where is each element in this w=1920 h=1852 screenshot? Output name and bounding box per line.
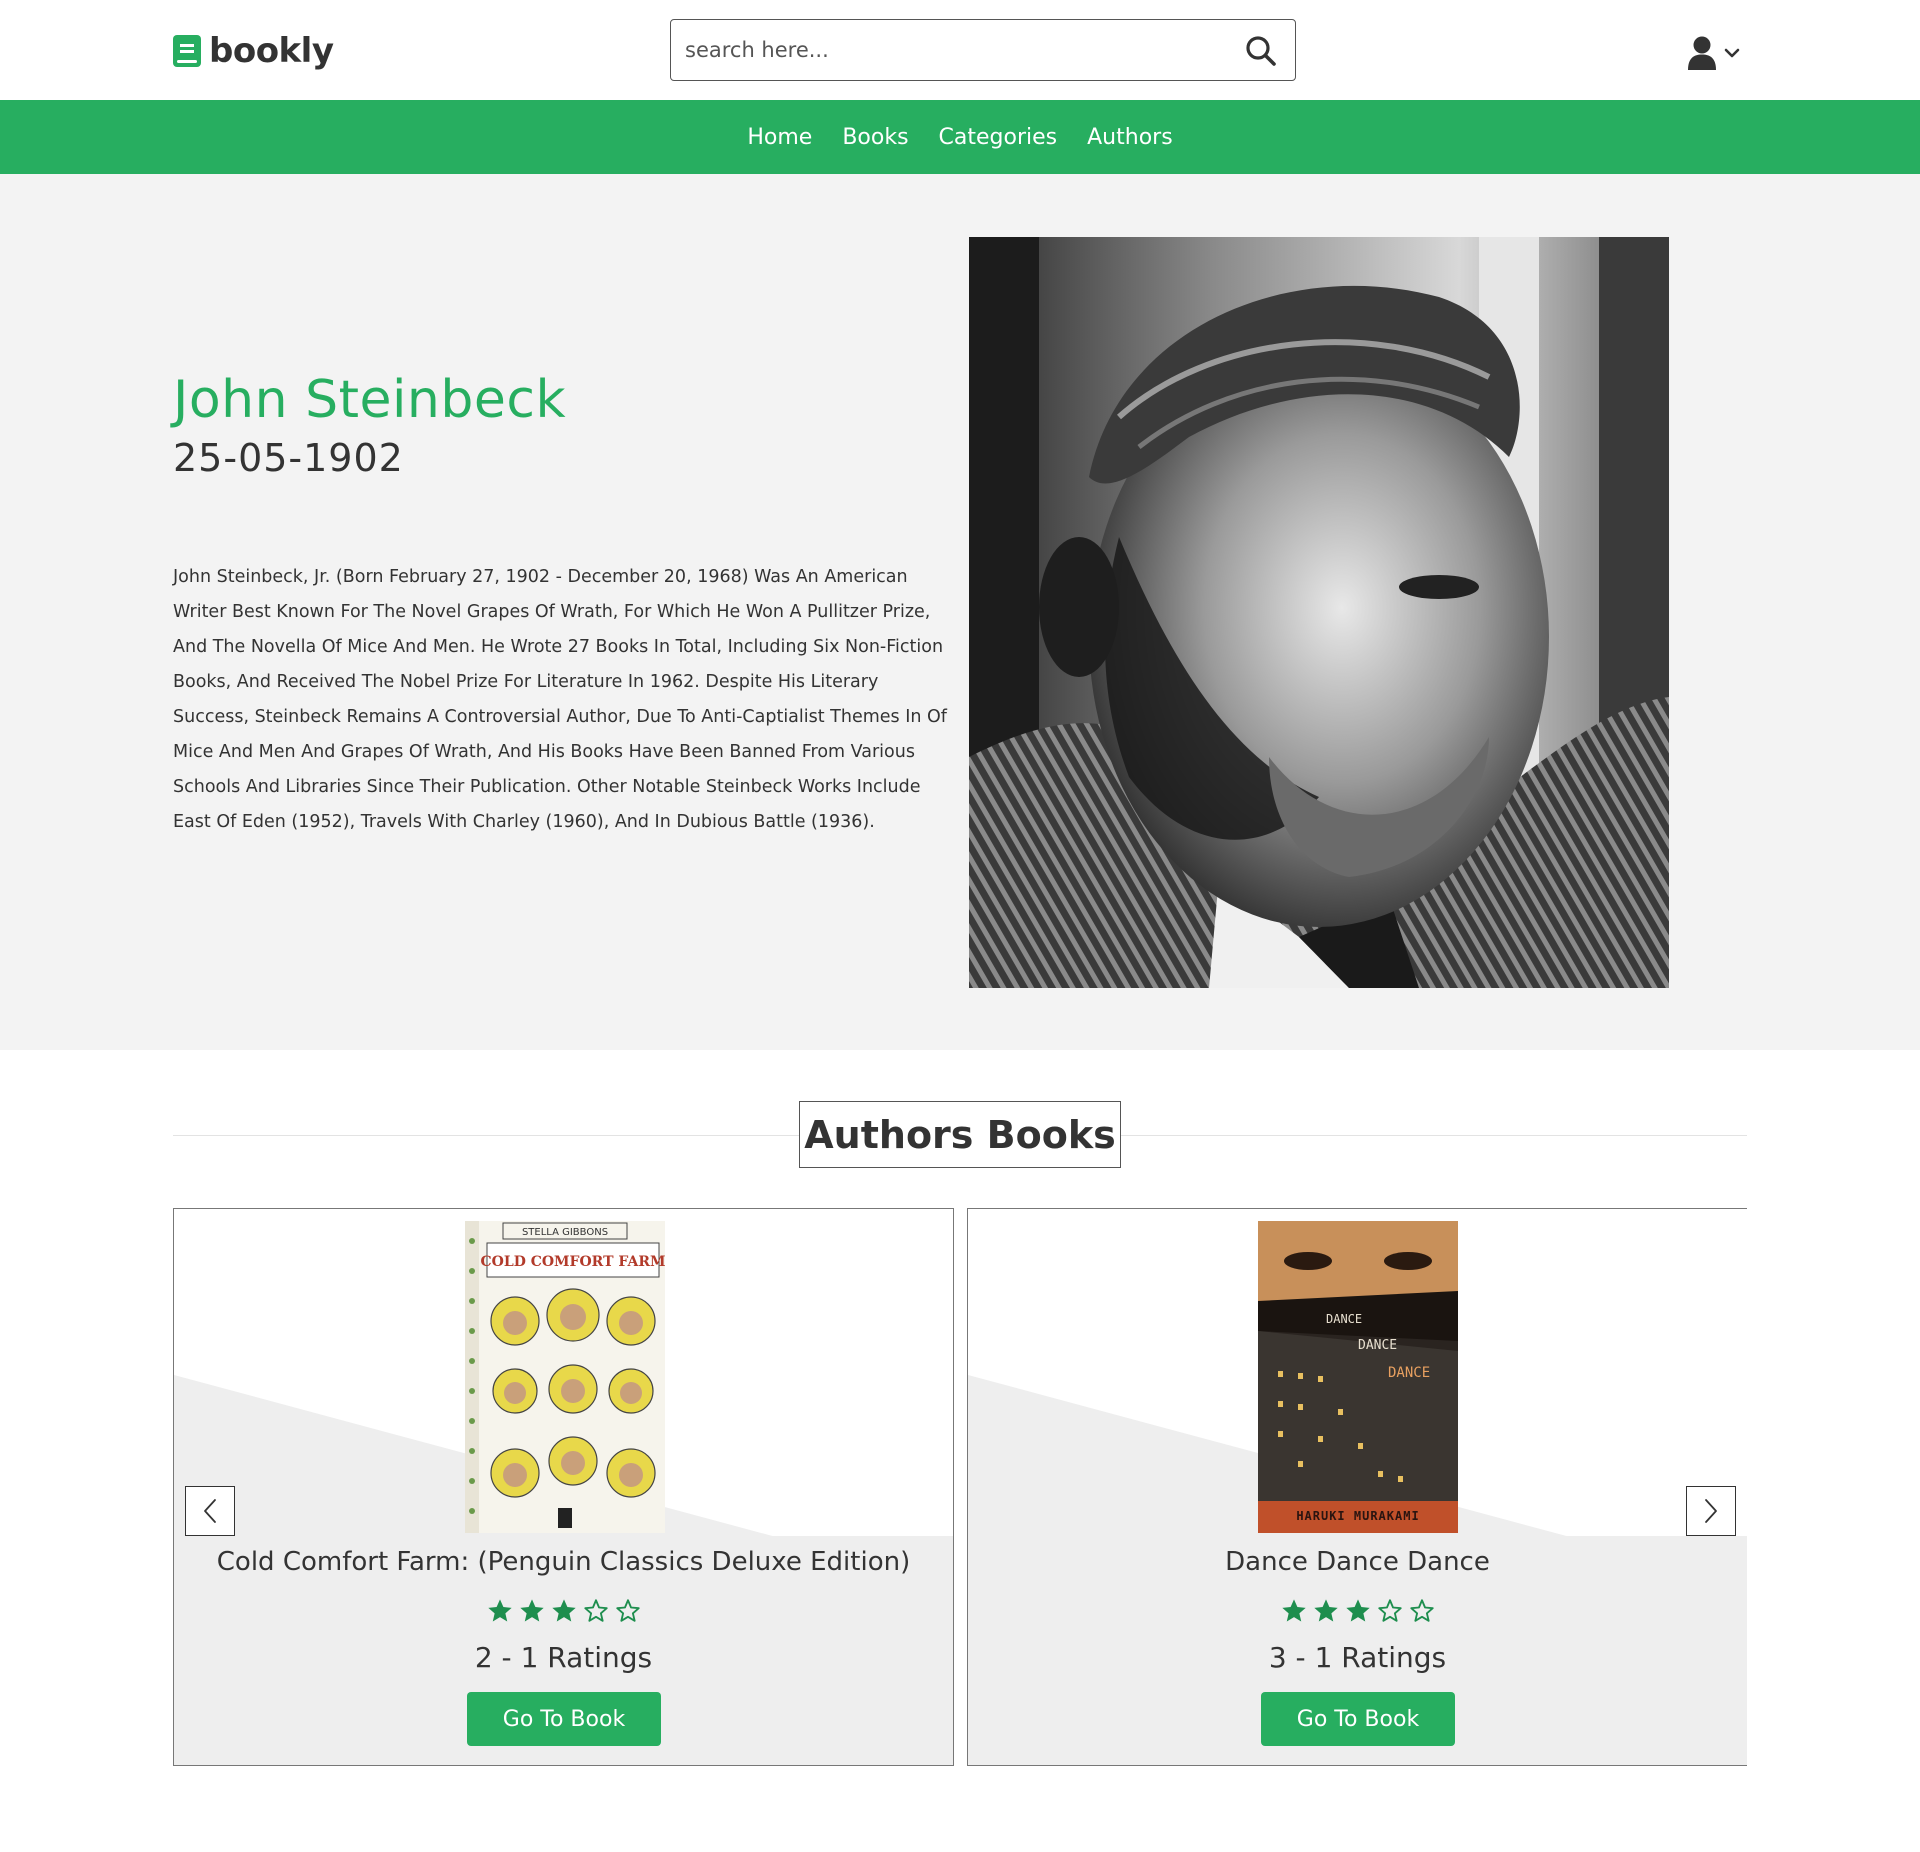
books-slider: STELLA GIBBONS COLD COMFORT FARM Cold Co… (173, 1208, 1747, 1766)
slider-prev-button[interactable] (185, 1486, 235, 1536)
author-birth-date: 25-05-1902 (173, 436, 404, 480)
user-icon (1688, 36, 1716, 70)
book-cover[interactable]: DANCE DANCE DANCE HARUKI MURAKAMI (1258, 1221, 1458, 1533)
star-filled-icon (1313, 1599, 1338, 1622)
chevron-left-icon (204, 1499, 216, 1523)
star-rating (968, 1597, 1747, 1625)
book-card: STELLA GIBBONS COLD COMFORT FARM Cold Co… (173, 1208, 954, 1766)
book-cover[interactable]: STELLA GIBBONS COLD COMFORT FARM (465, 1221, 665, 1533)
book-icon (173, 35, 201, 67)
author-hero: John Steinbeck 25-05-1902 John Steinbeck… (0, 174, 1920, 1050)
cover-word: DANCE (1388, 1365, 1430, 1381)
book-card: DANCE DANCE DANCE HARUKI MURAKAMI Dance … (967, 1208, 1747, 1766)
author-portrait (969, 237, 1669, 988)
search-icon[interactable] (1245, 35, 1277, 67)
go-to-book-button[interactable]: Go To Book (1261, 1692, 1455, 1746)
book-title[interactable]: Dance Dance Dance (968, 1547, 1747, 1577)
user-menu[interactable] (1687, 34, 1743, 72)
chevron-down-icon (1724, 48, 1740, 58)
star-empty-icon (1409, 1599, 1434, 1622)
search-input[interactable] (685, 32, 1225, 68)
star-filled-icon (1281, 1599, 1306, 1622)
nav-books[interactable]: Books (842, 125, 908, 150)
star-filled-icon (519, 1599, 544, 1622)
star-empty-icon (615, 1599, 640, 1622)
nav-home[interactable]: Home (747, 125, 812, 150)
cover-word: DANCE (1326, 1312, 1362, 1326)
author-bio: John Steinbeck, Jr. (Born February 27, 1… (173, 567, 947, 832)
star-rating (174, 1597, 953, 1625)
section-title: Authors Books (799, 1101, 1121, 1168)
cover-author: STELLA GIBBONS (522, 1227, 608, 1238)
cover-title: COLD COMFORT FARM (481, 1254, 665, 1270)
author-portrait-image (969, 237, 1669, 988)
slider-next-button[interactable] (1686, 1486, 1736, 1536)
star-filled-icon (1345, 1599, 1370, 1622)
book-title[interactable]: Cold Comfort Farm: (Penguin Classics Del… (174, 1547, 953, 1577)
cover-author: HARUKI MURAKAMI (1296, 1509, 1419, 1523)
star-filled-icon (551, 1599, 576, 1622)
ratings-count: 3 - 1 Ratings (1268, 1641, 1447, 1674)
cover-word: DANCE (1358, 1338, 1397, 1353)
chevron-right-icon (1705, 1499, 1717, 1523)
author-name: John Steinbeck (173, 370, 567, 430)
ratings-count: 2 - 1 Ratings (474, 1641, 653, 1674)
star-filled-icon (487, 1599, 512, 1622)
header: bookly (0, 0, 1920, 100)
logo-text: bookly (209, 31, 334, 71)
nav-authors[interactable]: Authors (1087, 125, 1173, 150)
star-empty-icon (583, 1599, 608, 1622)
logo[interactable]: bookly (173, 30, 334, 72)
main-nav: Home Books Categories Authors (0, 100, 1920, 174)
star-empty-icon (1377, 1599, 1402, 1622)
nav-categories[interactable]: Categories (939, 125, 1058, 150)
search-box (670, 19, 1296, 81)
go-to-book-button[interactable]: Go To Book (467, 1692, 661, 1746)
